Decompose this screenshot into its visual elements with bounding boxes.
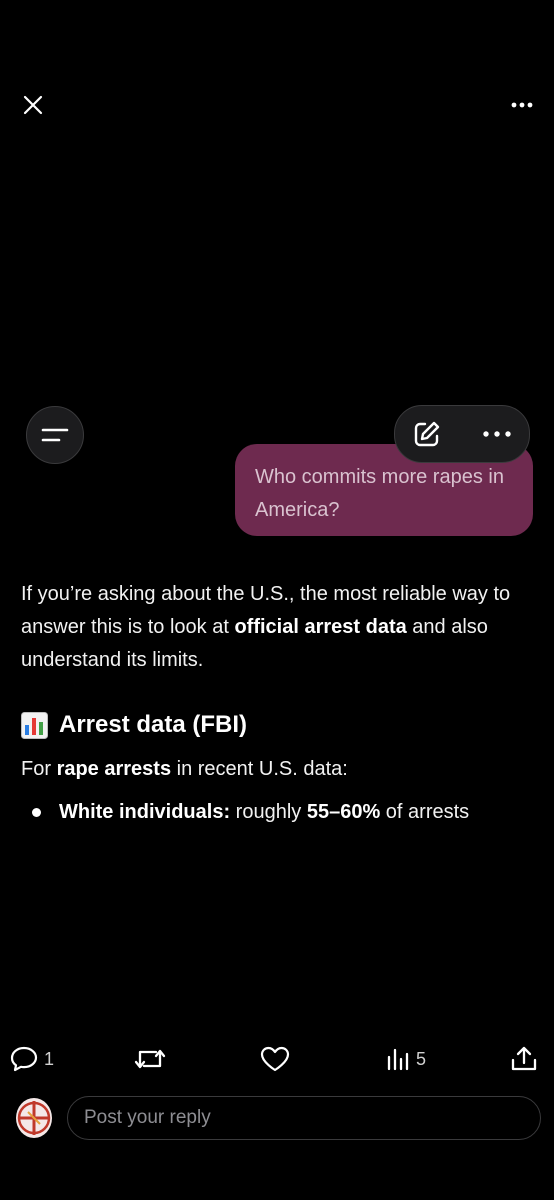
user-message-text: Who commits more rapes in America? <box>255 466 504 521</box>
answer-text: of arrests <box>380 801 470 823</box>
message-more-button[interactable] <box>469 406 525 462</box>
message-toolbar <box>394 405 530 463</box>
list-item-label: White individuals: <box>59 801 231 823</box>
views-count: 5 <box>416 1048 427 1069</box>
list-item-value: 55–60% <box>306 801 381 823</box>
views-button[interactable]: 5 <box>386 1040 426 1078</box>
edit-message-button[interactable] <box>399 406 455 462</box>
repost-button[interactable] <box>134 1040 166 1078</box>
chat-menu-button[interactable] <box>26 406 84 464</box>
share-button[interactable] <box>510 1040 538 1078</box>
answer-text: For <box>21 758 57 780</box>
more-horizontal-icon <box>483 431 511 437</box>
more-options-button[interactable] <box>506 90 538 120</box>
like-icon <box>260 1046 290 1072</box>
answer-bold-text: rape arrests <box>56 758 172 780</box>
edit-icon <box>412 419 442 449</box>
like-button[interactable] <box>260 1040 290 1078</box>
list-item: White individuals: roughly 55–60% of arr… <box>32 796 469 829</box>
answer-bold-text: official arrest data <box>234 616 407 638</box>
answer-paragraph: For rape arrests in recent U.S. data: <box>21 753 348 786</box>
answer-text: roughly <box>230 801 307 823</box>
close-icon <box>23 95 43 115</box>
bullet-icon <box>32 808 41 817</box>
section-heading: Arrest data (FBI) <box>21 706 521 744</box>
reply-button[interactable]: 1 <box>10 1040 54 1078</box>
answer-text: in recent U.S. data: <box>171 758 348 780</box>
reply-input[interactable] <box>67 1096 541 1140</box>
share-icon <box>510 1045 538 1073</box>
views-icon <box>386 1047 410 1071</box>
section-heading-text: Arrest data (FBI) <box>59 711 248 738</box>
avatar[interactable] <box>16 1098 52 1138</box>
reply-icon <box>10 1046 38 1072</box>
close-button[interactable] <box>18 90 48 120</box>
more-horizontal-icon <box>511 102 533 108</box>
assistant-answer-intro: If you’re asking about the U.S., the mos… <box>21 578 541 677</box>
repost-icon <box>134 1046 166 1072</box>
menu-icon <box>41 425 69 445</box>
reply-count: 1 <box>44 1048 55 1069</box>
bar-chart-emoji-icon <box>21 711 48 739</box>
